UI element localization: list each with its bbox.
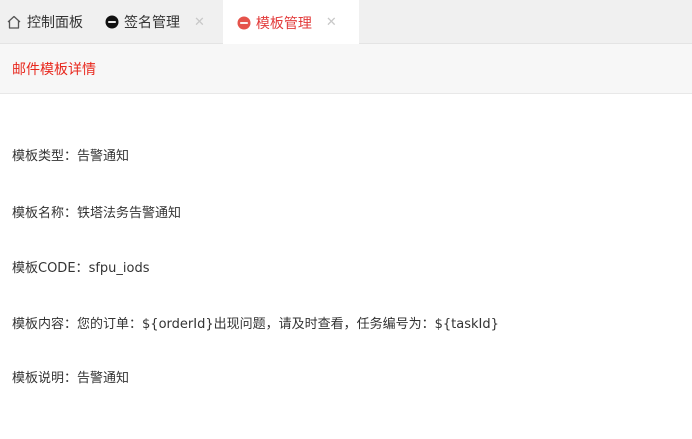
tab-bar: 控制面板 签名管理 ✕ 模板管理 ✕: [0, 0, 692, 45]
detail-value: 告警通知: [77, 371, 130, 386]
detail-label: 模板说明: [12, 371, 65, 386]
home-icon: [6, 14, 22, 30]
detail-row-template-name: 模板名称：铁塔法务告警通知: [12, 204, 181, 224]
tab-signature-management-label: 签名管理: [124, 15, 180, 31]
detail-value: 铁塔法务告警通知: [77, 206, 182, 221]
detail-row-template-content: 模板内容：您的订单：${orderId}出现问题，请及时查看，任务编号为：${t…: [12, 315, 499, 335]
detail-row-template-description: 模板说明：告警通知: [12, 369, 129, 389]
detail-value: 您的订单：${orderId}出现问题，请及时查看，任务编号为：${taskId…: [77, 317, 499, 332]
detail-separator: ：: [75, 261, 89, 276]
detail-label: 模板类型: [12, 149, 65, 164]
detail-label: 模板名称: [12, 206, 65, 221]
close-icon[interactable]: ✕: [326, 15, 337, 30]
detail-separator: ：: [64, 149, 78, 164]
tab-template-management[interactable]: 模板管理 ✕: [222, 0, 359, 45]
close-icon[interactable]: ✕: [194, 15, 205, 30]
tab-signature-management[interactable]: 签名管理 ✕: [95, 0, 223, 44]
detail-label: 模板内容: [12, 317, 65, 332]
detail-value: sfpu_iods: [88, 261, 150, 276]
page-header: 邮件模板详情: [0, 44, 692, 94]
detail-label: 模板CODE: [12, 261, 76, 276]
page-title: 邮件模板详情: [12, 61, 96, 78]
detail-value: 告警通知: [77, 149, 130, 164]
tab-template-management-label: 模板管理: [255, 15, 312, 32]
detail-row-template-type: 模板类型：告警通知: [12, 147, 129, 167]
tab-dashboard[interactable]: 控制面板: [0, 0, 95, 44]
detail-separator: ：: [64, 317, 78, 332]
circle-minus-icon: [237, 16, 251, 30]
detail-separator: ：: [64, 206, 78, 221]
tab-dashboard-label: 控制面板: [27, 15, 83, 31]
circle-minus-icon: [105, 15, 119, 29]
detail-separator: ：: [64, 371, 78, 386]
detail-row-template-code: 模板CODE：sfpu_iods: [12, 259, 150, 279]
